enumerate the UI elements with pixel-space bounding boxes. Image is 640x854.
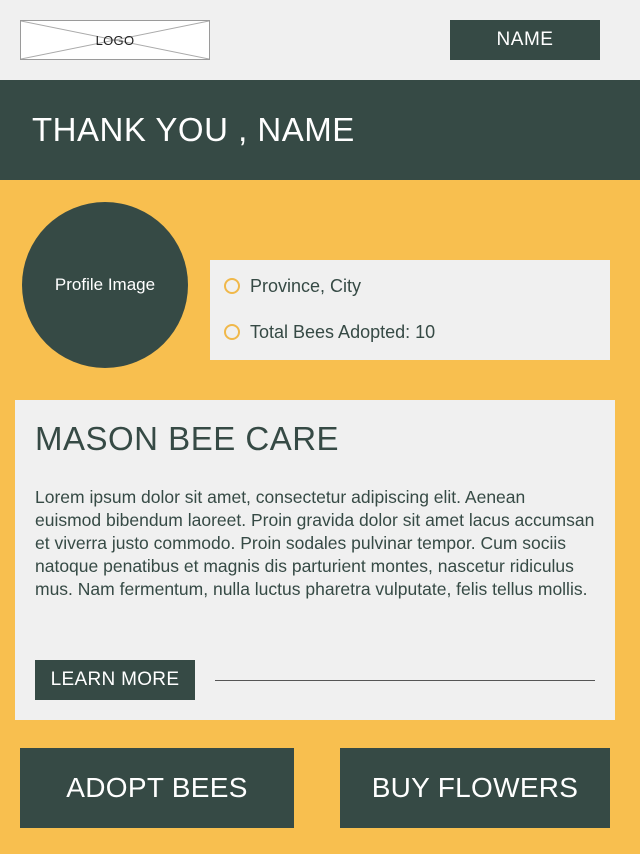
location-row: Province, City xyxy=(224,274,361,298)
user-name-button[interactable]: NAME xyxy=(450,20,600,60)
top-bar: LOGO NAME xyxy=(0,0,640,80)
location-text: Province, City xyxy=(250,275,362,296)
profile-image[interactable]: Profile Image xyxy=(22,202,188,368)
bees-adopted-text: Total Bees Adopted: 10 xyxy=(250,321,436,342)
circle-bullet-icon xyxy=(224,278,240,294)
buy-flowers-button[interactable]: BUY FLOWERS xyxy=(340,748,610,828)
divider xyxy=(215,680,595,681)
logo-placeholder[interactable]: LOGO xyxy=(20,20,210,60)
profile-image-label: Profile Image xyxy=(54,275,156,294)
thank-you-banner: THANK YOU , NAME xyxy=(0,80,640,180)
card-body-text: Lorem ipsum dolor sit amet, consectetur … xyxy=(35,487,595,599)
logo-text: LOGO xyxy=(95,32,135,48)
page-title: THANK YOU , NAME xyxy=(32,111,355,148)
learn-more-button[interactable]: LEARN MORE xyxy=(35,660,195,700)
bees-adopted-row: Total Bees Adopted: 10 xyxy=(224,320,435,344)
profile-info-panel: Province, City Total Bees Adopted: 10 xyxy=(210,260,610,360)
circle-bullet-icon xyxy=(224,324,240,340)
card-title: MASON BEE CARE xyxy=(35,420,340,457)
adopt-bees-button[interactable]: ADOPT BEES xyxy=(20,748,294,828)
mason-bee-care-card: MASON BEE CARE Lorem ipsum dolor sit ame… xyxy=(15,400,615,720)
